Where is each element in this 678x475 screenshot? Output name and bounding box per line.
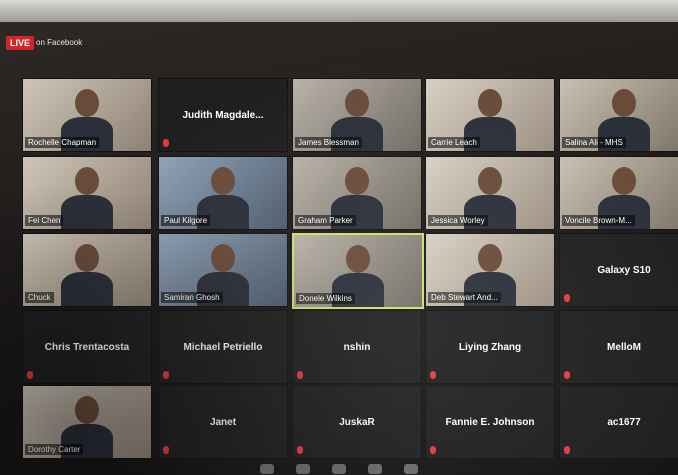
participant-name: Graham Parker [295, 215, 356, 226]
participant-name: Rochelle Chapman [25, 137, 100, 148]
participant-tile[interactable]: Salina Ali - MHS [559, 78, 678, 152]
participant-head [478, 167, 502, 195]
participant-body [61, 195, 113, 229]
muted-mic-icon [163, 139, 169, 147]
video-conference-screen: LIVE on Facebook Rochelle Chapman Judith … [0, 0, 678, 475]
participant-head [75, 167, 99, 195]
participant-tile[interactable]: Galaxy S10 [559, 233, 678, 307]
participant-tile[interactable]: Deb Stewart And... [425, 233, 555, 307]
participant-tile[interactable]: Dorothy Carter [22, 385, 152, 459]
muted-mic-icon [564, 294, 570, 302]
participant-tile[interactable]: Fannie E. Johnson [425, 385, 555, 459]
participant-name: Judith Magdale... [182, 109, 264, 121]
participant-name: Fannie E. Johnson [445, 416, 535, 428]
participant-name: Fei Chen [25, 215, 64, 226]
participant-head [612, 89, 636, 117]
muted-mic-icon [163, 446, 169, 454]
live-badge: LIVE [6, 36, 35, 50]
participant-name: Chris Trentacosta [44, 341, 130, 353]
participant-head [211, 167, 235, 195]
muted-mic-icon [297, 446, 303, 454]
participant-tile[interactable]: MelloM [559, 310, 678, 384]
mute-icon[interactable] [260, 463, 274, 474]
participant-head [75, 244, 99, 272]
participant-name: Chuck [25, 292, 54, 303]
participant-tile[interactable]: Judith Magdale... [158, 78, 288, 152]
participant-tile[interactable]: ac1677 [559, 385, 678, 459]
chat-icon[interactable] [368, 463, 382, 474]
participant-head [75, 396, 99, 424]
muted-mic-icon [430, 371, 436, 379]
participant-name: Voncile Brown-M... [562, 215, 635, 226]
participant-name: Liying Zhang [458, 341, 522, 353]
participant-head [346, 245, 370, 273]
participant-tile[interactable]: Donele Wilkins [292, 233, 424, 309]
video-icon[interactable] [296, 463, 310, 474]
participant-name: Deb Stewart And... [428, 292, 501, 303]
participant-tile[interactable]: Carrie Leach [425, 78, 555, 152]
participant-tile[interactable]: JuskaR [292, 385, 422, 459]
participant-tile[interactable]: Janet [158, 385, 288, 459]
participant-tile[interactable]: nshin [292, 310, 422, 384]
muted-mic-icon [163, 371, 169, 379]
participant-name: Paul Kilgore [161, 215, 211, 226]
meeting-toolbar [260, 462, 520, 475]
muted-mic-icon [564, 446, 570, 454]
participant-tile[interactable]: Rochelle Chapman [22, 78, 152, 152]
live-status-text: on Facebook [36, 38, 83, 47]
participant-name: nshin [343, 341, 371, 353]
participants-icon[interactable] [332, 463, 346, 474]
participant-tile[interactable]: Voncile Brown-M... [559, 156, 678, 230]
participant-tile[interactable]: Jessica Worley [425, 156, 555, 230]
participant-name: ac1677 [607, 416, 641, 428]
participant-tile[interactable]: Chuck [22, 233, 152, 307]
participant-name: Janet [209, 416, 237, 428]
participant-name: Donele Wilkins [296, 293, 355, 304]
participant-head [345, 89, 369, 117]
participant-name: Samiran Ghosh [161, 292, 223, 303]
participant-name: JuskaR [339, 416, 375, 428]
participant-head [211, 244, 235, 272]
participant-head [478, 89, 502, 117]
participant-name: James Blessman [295, 137, 362, 148]
participant-name: Salina Ali - MHS [562, 137, 626, 148]
participant-head [478, 244, 502, 272]
participant-body [61, 272, 113, 306]
participant-tile[interactable]: Liying Zhang [425, 310, 555, 384]
muted-mic-icon [564, 371, 570, 379]
participant-tile[interactable]: Paul Kilgore [158, 156, 288, 230]
participant-tile[interactable]: Michael Petriello [158, 310, 288, 384]
participant-head [612, 167, 636, 195]
participant-name: Dorothy Carter [25, 444, 84, 455]
participant-tile[interactable]: Chris Trentacosta [22, 310, 152, 384]
share-icon[interactable] [404, 463, 418, 474]
participant-name: Michael Petriello [183, 341, 263, 353]
participant-head [75, 89, 99, 117]
participant-name: Galaxy S10 [597, 264, 651, 276]
participant-name: Carrie Leach [428, 137, 480, 148]
participant-head [345, 167, 369, 195]
participant-name: Jessica Worley [428, 215, 488, 226]
participant-tile[interactable]: Fei Chen [22, 156, 152, 230]
participant-name: MelloM [607, 341, 641, 353]
muted-mic-icon [297, 371, 303, 379]
participant-grid: Rochelle Chapman Judith Magdale... James B… [22, 78, 678, 460]
muted-mic-icon [430, 446, 436, 454]
participant-tile[interactable]: Samiran Ghosh [158, 233, 288, 307]
muted-mic-icon [27, 371, 33, 379]
participant-tile[interactable]: Graham Parker [292, 156, 422, 230]
window-top-bar [0, 0, 678, 22]
participant-tile[interactable]: James Blessman [292, 78, 422, 152]
